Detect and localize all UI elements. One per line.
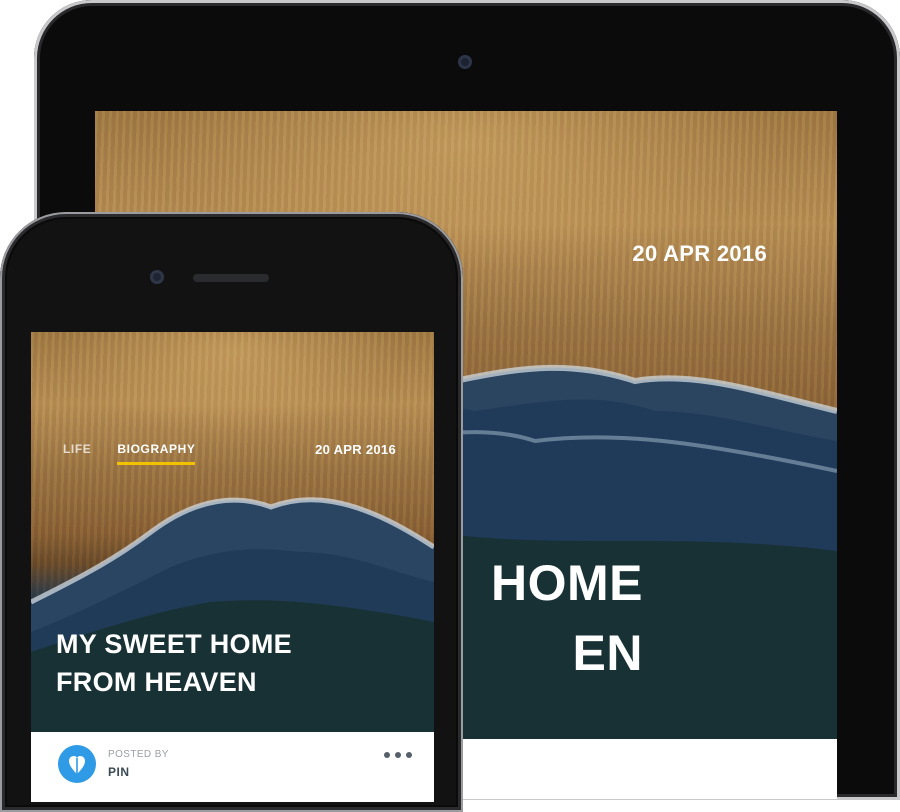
tab-life[interactable]: LIFE (63, 442, 91, 465)
author-name[interactable]: PIN (108, 765, 130, 779)
phone-title-line-2: FROM HEAVEN (56, 667, 257, 697)
phone-post-title[interactable]: MY SWEET HOME FROM HEAVEN (56, 625, 292, 701)
phone-date: 20 APR 2016 (315, 442, 396, 457)
more-horizontal-icon[interactable] (384, 752, 412, 758)
phone-device: LIFE BIOGRAPHY 20 APR 2016 MY SWEET HOME… (0, 212, 463, 812)
heart-icon (69, 756, 85, 774)
author-avatar[interactable] (58, 745, 96, 783)
posted-by-label: POSTED BY (108, 749, 169, 760)
tablet-camera-icon (458, 55, 472, 69)
post-author-card: POSTED BY PIN (31, 732, 434, 802)
phone-speaker (193, 274, 269, 282)
tab-biography[interactable]: BIOGRAPHY (117, 442, 196, 465)
phone-title-line-1: MY SWEET HOME (56, 629, 292, 659)
category-tabs: LIFE BIOGRAPHY (63, 442, 196, 465)
tablet-date: 20 APR 2016 (632, 241, 767, 266)
phone-camera-icon (150, 270, 164, 284)
